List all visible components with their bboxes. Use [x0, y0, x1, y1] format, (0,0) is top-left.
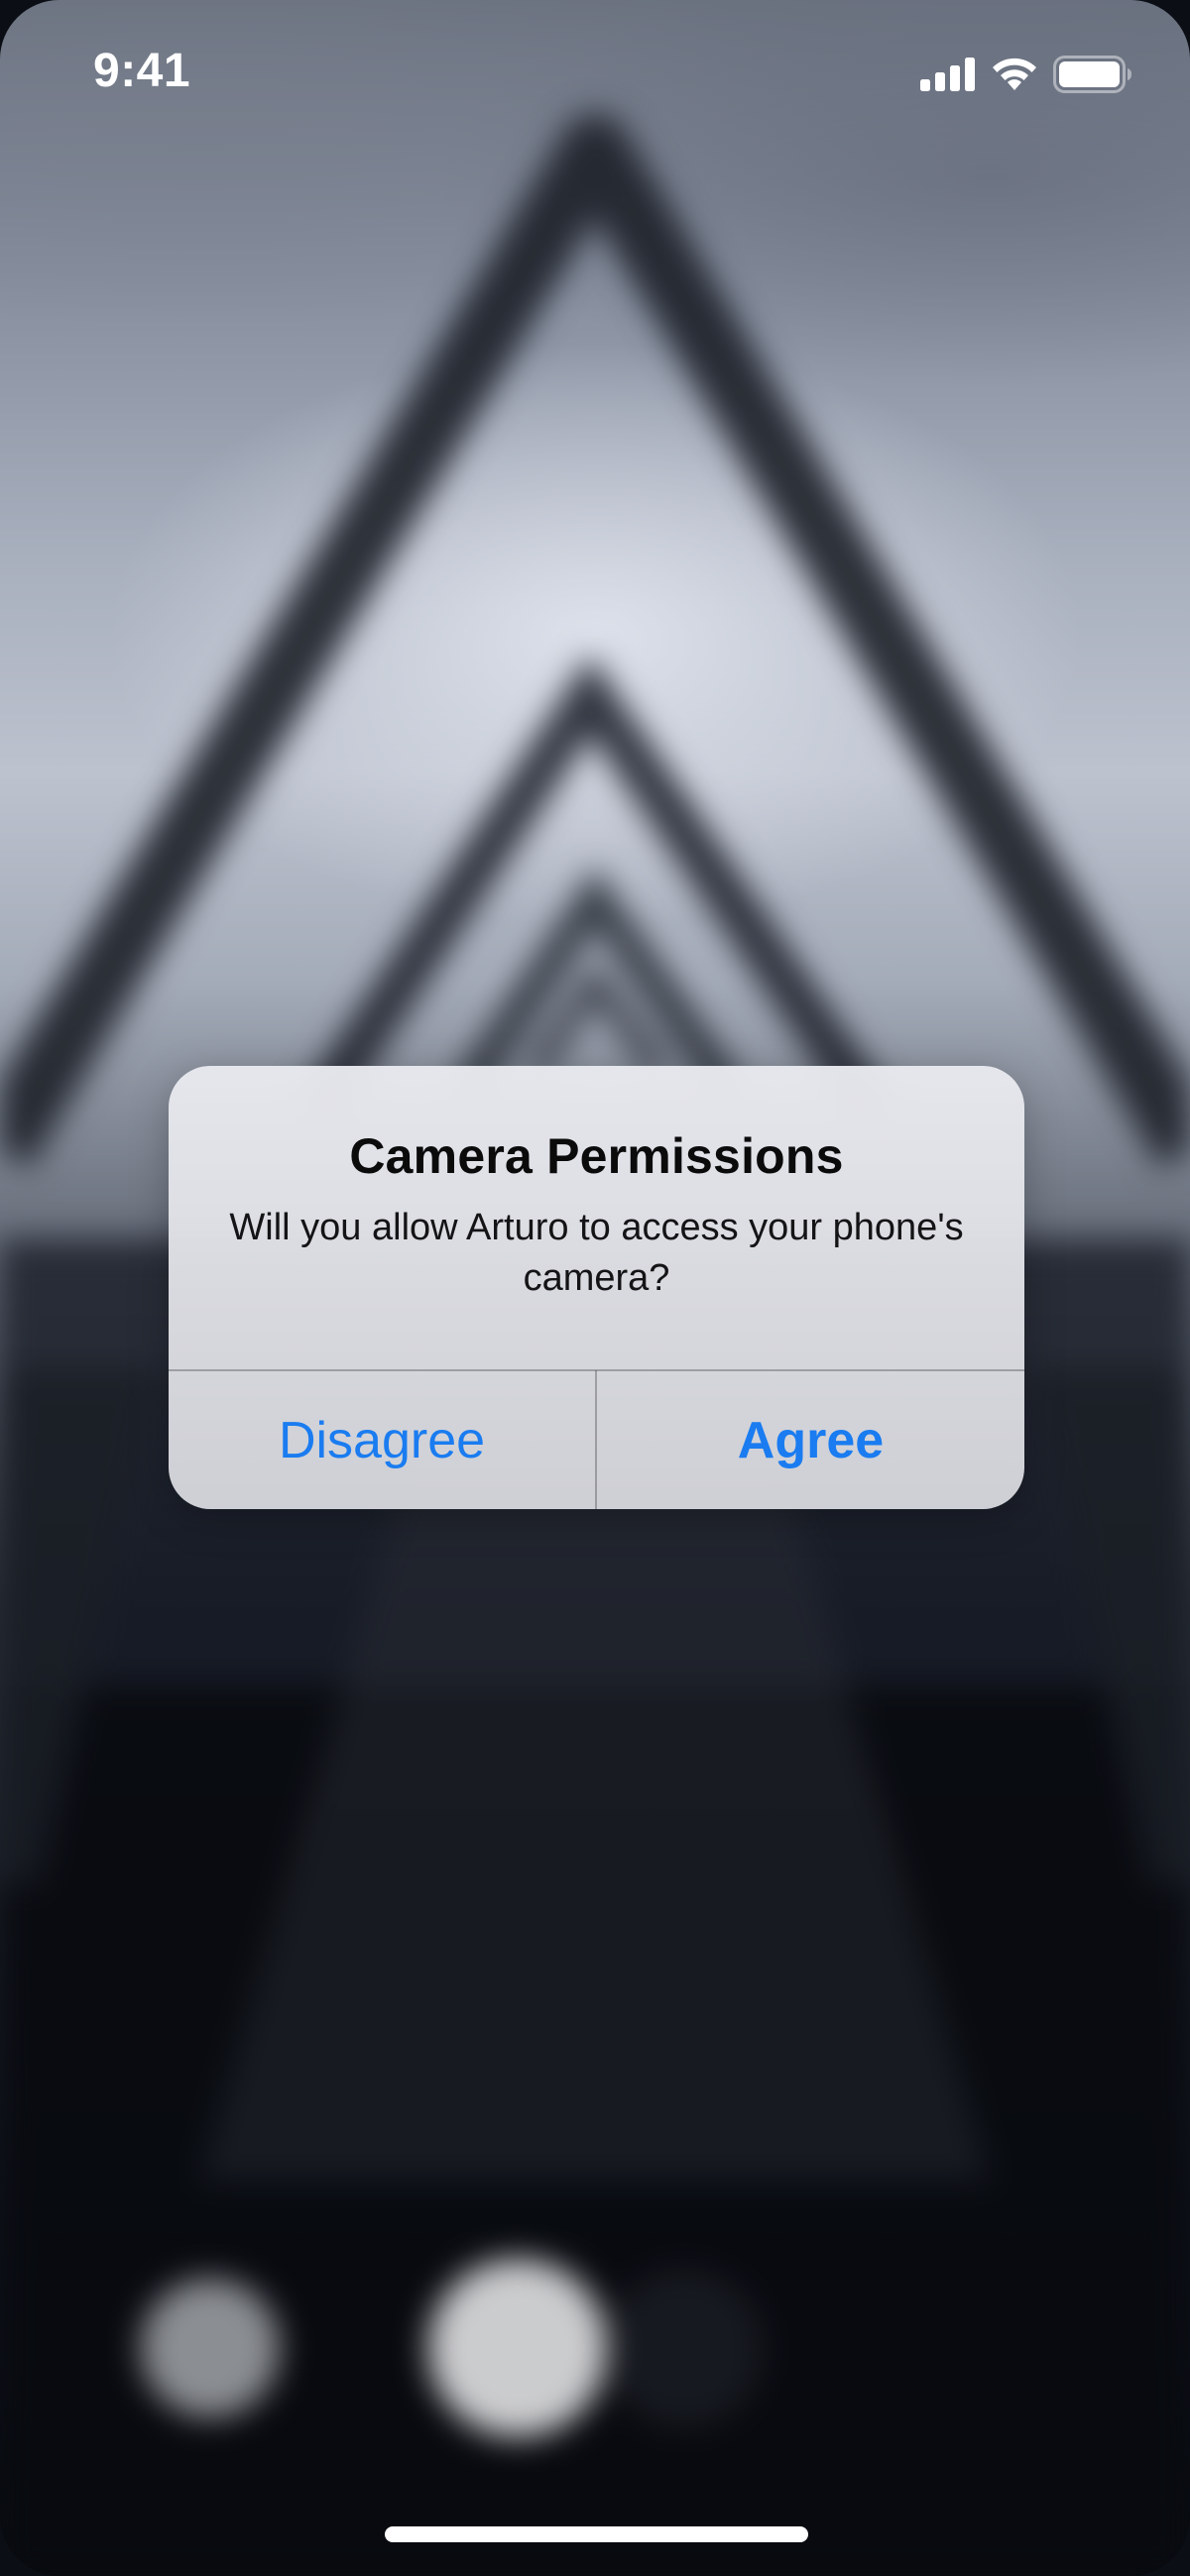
agree-button[interactable]: Agree — [597, 1371, 1024, 1509]
status-time: 9:41 — [93, 45, 191, 97]
phone-screen: 9:41 Camera Permissions Will you allow A… — [0, 0, 1190, 2576]
disagree-button[interactable]: Disagree — [169, 1371, 595, 1509]
home-indicator[interactable] — [385, 2526, 808, 2542]
permission-alert-dialog: Camera Permissions Will you allow Arturo… — [169, 1066, 1024, 1509]
status-icons — [920, 52, 1132, 97]
alert-message: Will you allow Arturo to access your pho… — [229, 1207, 964, 1299]
cellular-signal-icon — [920, 58, 976, 91]
status-bar: 9:41 — [0, 0, 1190, 149]
wifi-icon — [990, 57, 1039, 92]
alert-title: Camera Permissions — [349, 1128, 844, 1184]
battery-icon — [1053, 56, 1132, 93]
